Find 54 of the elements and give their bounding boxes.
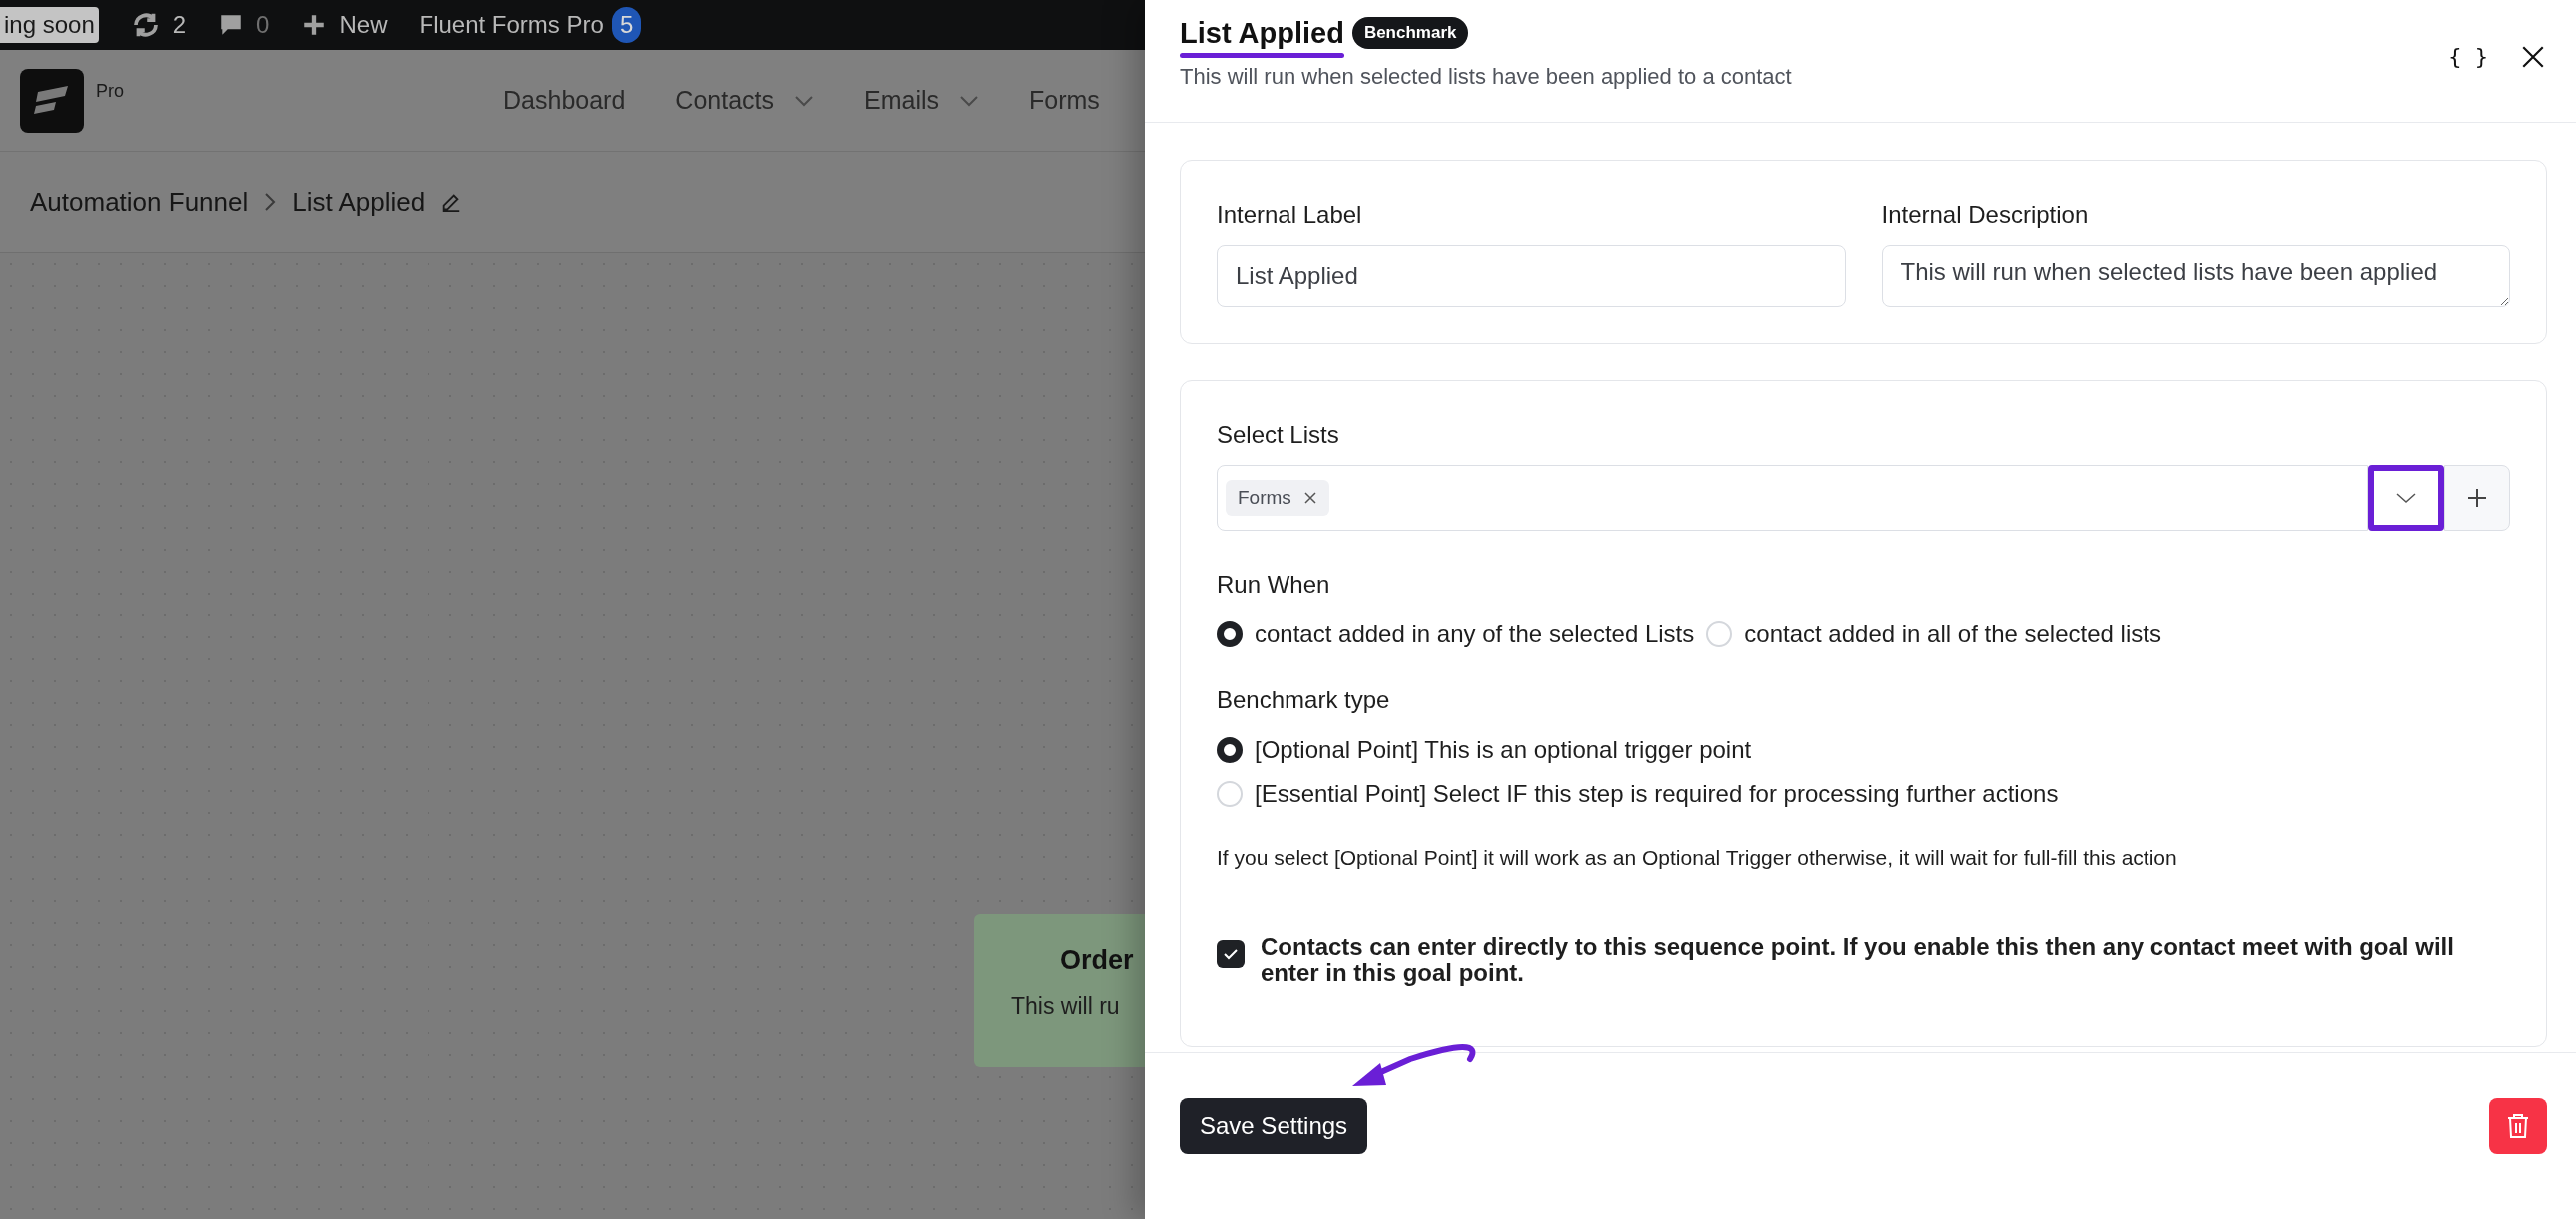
- radio-option[interactable]: [Optional Point] This is an optional trigger point: [1217, 732, 2510, 768]
- radio-option[interactable]: [Essential Point] Select IF this step is required for processing further actions: [1217, 776, 2510, 812]
- nav-item[interactable]: Forms: [1029, 81, 1100, 120]
- field-label: Internal Label: [1217, 200, 1363, 230]
- funnel-card[interactable]: Order This will ru: [974, 914, 1145, 1067]
- breadcrumb-link[interactable]: Automation Funnel: [30, 182, 249, 222]
- status-badge[interactable]: ing soon: [0, 7, 99, 43]
- input-field[interactable]: List Applied: [1217, 245, 1846, 307]
- plus-icon: [2466, 487, 2488, 509]
- textarea-field[interactable]: This will run when selected lists have been applied: [1881, 245, 2510, 307]
- card-title: Order: [1060, 944, 1135, 977]
- radio-label: [Optional Point] This is an optional trigger point: [1255, 735, 1752, 765]
- chevron-down-icon: [794, 94, 814, 107]
- dropdown-toggle[interactable]: [2368, 465, 2444, 531]
- drawer-title: List Applied: [1180, 16, 1344, 51]
- chevron-right-icon: [264, 192, 277, 212]
- chevron-down-icon: [959, 94, 979, 107]
- admin-bar-link[interactable]: 2: [172, 7, 187, 43]
- logo-label: Pro: [96, 80, 124, 103]
- radio-option[interactable]: contact added in all of the selected lists: [1706, 616, 2161, 652]
- count-badge: 5: [611, 7, 642, 43]
- field-label: Internal Description: [1881, 200, 2090, 230]
- nav-item[interactable]: Emails: [864, 81, 979, 120]
- card-text: This will ru: [1011, 991, 1121, 1021]
- radio-label: [Essential Point] Select IF this step is required for processing further actions: [1255, 779, 2059, 809]
- chevron-down-icon: [2395, 492, 2417, 504]
- radio-button[interactable]: [1217, 621, 1243, 647]
- radio-label: contact added in any of the selected Lists: [1255, 619, 1695, 649]
- breadcrumb-current: List Applied: [292, 185, 426, 219]
- drawer-subtitle: This will run when selected lists have been applied to a contact: [1180, 63, 1792, 91]
- logo-icon[interactable]: [20, 68, 84, 133]
- admin-bar-link[interactable]: Fluent Forms Pro: [419, 7, 604, 43]
- field-label: Benchmark type: [1217, 685, 1391, 715]
- radio-option[interactable]: contact added in any of the selected Lists: [1217, 616, 1695, 652]
- check-icon: [1223, 947, 1239, 960]
- save-button[interactable]: Save Settings: [1180, 1098, 1368, 1154]
- help-text: If you select [Optional Point] it will work as an Optional Trigger otherwise, it will wait for full-fill this action: [1217, 845, 2178, 871]
- field-label: Run When: [1217, 570, 1331, 600]
- code-button[interactable]: { }: [2448, 40, 2488, 73]
- type-badge: Benchmark: [1351, 17, 1469, 49]
- list-tag: Forms: [1226, 479, 1329, 517]
- remove-icon[interactable]: [1302, 491, 1317, 505]
- radio-label: contact added in all of the selected lists: [1744, 619, 2161, 649]
- admin-bar-link[interactable]: 0: [256, 7, 270, 43]
- admin-bar-link[interactable]: New: [339, 7, 388, 43]
- trash-icon: [2506, 1113, 2530, 1139]
- nav-item[interactable]: Contacts: [675, 81, 814, 120]
- field-label: Select Lists: [1217, 420, 1340, 450]
- select-field[interactable]: Forms: [1217, 465, 2368, 531]
- checkbox-label: Contacts can enter directly to this sequence point. If you enable this then any contact meet with goal will enter in this goal point.: [1261, 933, 2455, 986]
- nav-item[interactable]: Dashboard: [503, 81, 626, 120]
- radio-button[interactable]: [1217, 737, 1243, 763]
- delete-button[interactable]: [2489, 1098, 2547, 1154]
- checkbox[interactable]: [1217, 939, 1245, 968]
